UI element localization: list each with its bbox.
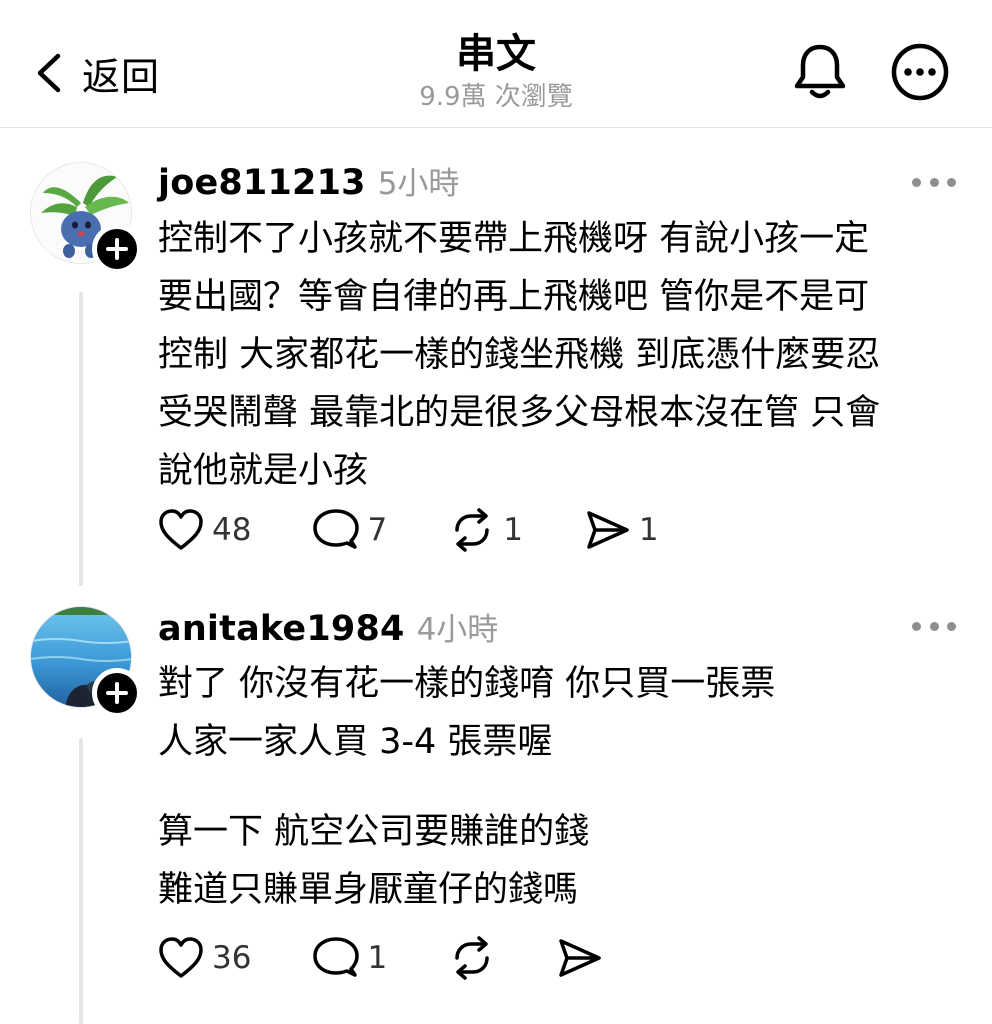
post-text: 控制不了小孩就不要帶上飛機呀 有說小孩一定 要出國？等會自律的再上飛機吧 管你是… [158, 210, 968, 500]
comment-icon [313, 937, 360, 977]
heart-icon [159, 937, 203, 978]
follow-button[interactable] [92, 224, 142, 274]
follow-button[interactable] [92, 668, 142, 718]
send-icon [587, 511, 629, 549]
post-line: 要出國？等會自律的再上飛機吧 管你是不是可 [158, 277, 870, 317]
post-more-button[interactable] [912, 172, 956, 192]
top-bar: 返回 串文 9.9萬 次瀏覽 [0, 0, 992, 128]
post-line: 人家一家人買 3-4 張票喔 [158, 722, 553, 762]
plus-icon [106, 682, 128, 704]
comment-button[interactable]: 1 [313, 936, 387, 980]
post-line: 難道只賺單身厭童仔的錢嗎 [158, 870, 579, 910]
dot [947, 177, 956, 187]
username[interactable]: anitake1984 [158, 609, 405, 649]
like-count: 48 [212, 512, 252, 548]
post-line: 控制 大家都花一樣的錢坐飛機 到底憑什麼要忍 [158, 335, 881, 375]
share-button[interactable]: 1 [585, 508, 659, 552]
comment-button[interactable]: 7 [313, 508, 387, 552]
post-actions: 48 7 1 1 [158, 505, 721, 555]
post-line: 控制不了小孩就不要帶上飛機呀 有說小孩一定 [158, 219, 870, 259]
dot [912, 621, 921, 631]
dot [947, 621, 956, 631]
like-button[interactable]: 36 [158, 936, 251, 980]
dot [912, 177, 921, 187]
username[interactable]: joe811213 [158, 163, 366, 203]
comment-icon [313, 509, 360, 549]
post-meta: anitake1984 4小時 [158, 604, 498, 649]
more-icon [891, 43, 949, 101]
thread-connector-line [79, 292, 83, 586]
post-line: 受哭鬧聲 最靠北的是很多父母根本沒在管 只會 [158, 393, 881, 433]
post-line: 說他就是小孩 [158, 451, 369, 491]
repost-icon [455, 936, 489, 980]
more-options-button[interactable] [890, 42, 950, 102]
post-line: 算一下 航空公司要賺誰的錢 [158, 812, 590, 852]
post-text: 對了 你沒有花一樣的錢唷 你只買一張票 人家一家人買 3-4 張票喔 算一下 航… [158, 655, 968, 919]
comment-count: 7 [367, 512, 388, 548]
share-count: 1 [638, 512, 659, 548]
timestamp: 5小時 [377, 166, 460, 202]
post-line: 對了 你沒有花一樣的錢唷 你只買一張票 [158, 664, 776, 704]
like-button[interactable]: 48 [158, 508, 251, 552]
heart-icon [159, 509, 203, 550]
dot [929, 621, 939, 631]
post-meta: joe811213 5小時 [158, 158, 459, 203]
like-count: 36 [212, 940, 252, 976]
repost-count: 1 [503, 512, 523, 548]
share-button[interactable] [557, 936, 603, 980]
repost-icon [455, 508, 489, 552]
timestamp: 4小時 [416, 612, 499, 648]
comment-count: 1 [367, 940, 388, 976]
post-more-button[interactable] [912, 616, 956, 636]
dot [929, 177, 939, 187]
repost-button[interactable] [449, 936, 495, 980]
thread-connector-line [79, 738, 83, 1024]
thread-page: 返回 串文 9.9萬 次瀏覽 joe811213 5小時 控制不了小孩就不要帶上… [0, 0, 992, 1024]
bell-icon [794, 44, 846, 99]
repost-button[interactable]: 1 [449, 508, 523, 552]
notification-button[interactable] [790, 40, 850, 104]
post-actions: 36 1 [158, 933, 665, 983]
plus-icon [106, 238, 128, 260]
send-icon [559, 939, 601, 977]
